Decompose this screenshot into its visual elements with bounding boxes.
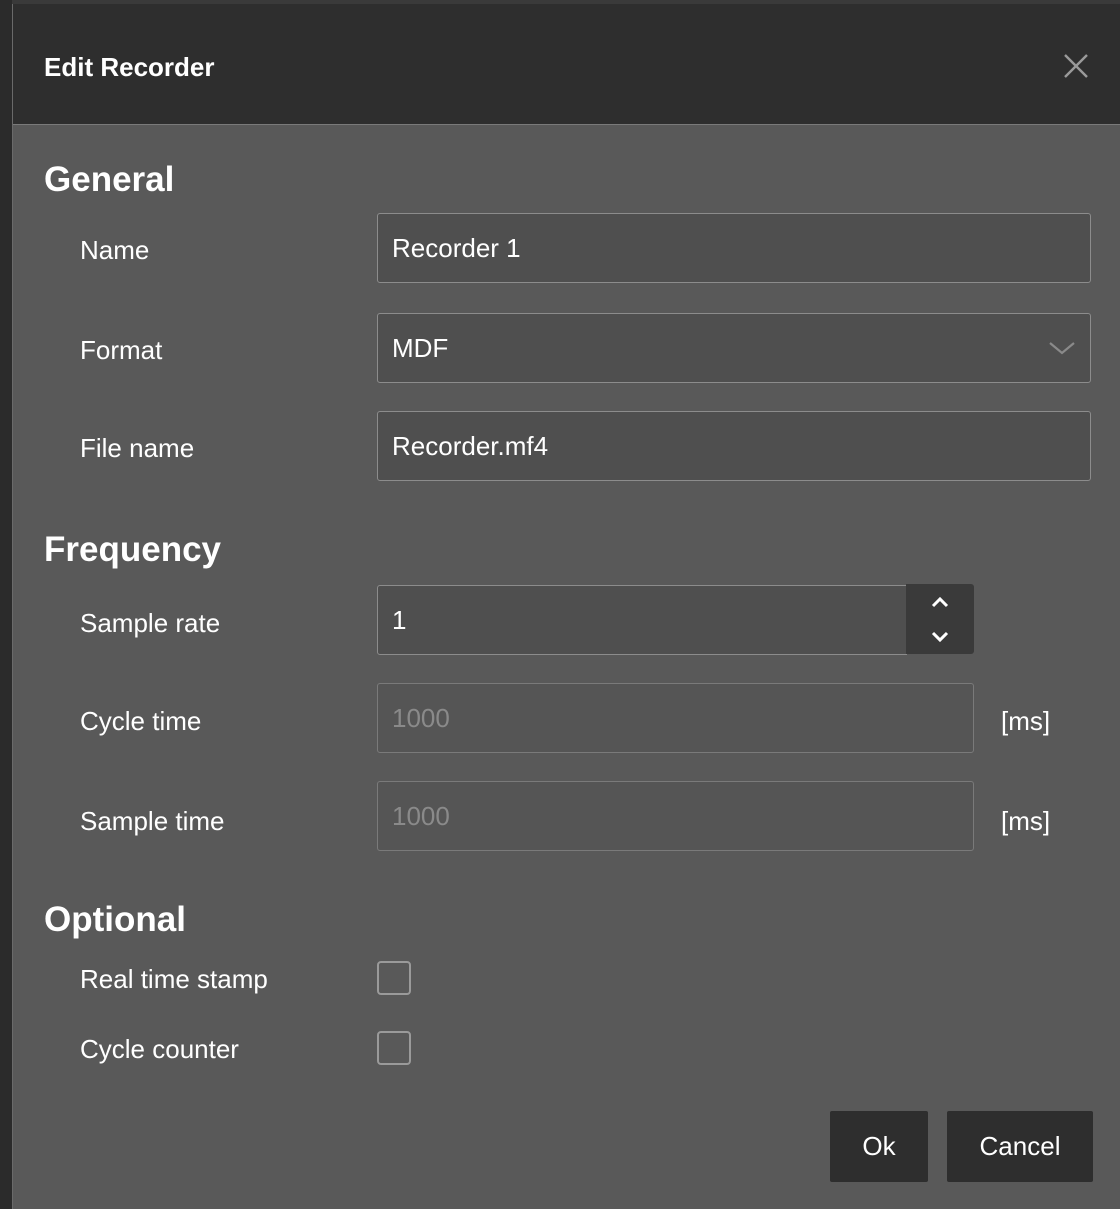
filename-input[interactable] <box>377 411 1091 481</box>
cancel-button[interactable]: Cancel <box>947 1111 1093 1182</box>
section-general-heading: General <box>44 160 175 199</box>
cycle-counter-label: Cycle counter <box>80 1034 239 1064</box>
dialog-titlebar: Edit Recorder <box>13 4 1120 125</box>
chevron-down-icon <box>1049 342 1075 355</box>
sample-time-input <box>377 781 974 851</box>
filename-label: File name <box>80 433 195 463</box>
real-time-stamp-checkbox[interactable] <box>377 961 411 995</box>
real-time-stamp-label: Real time stamp <box>80 964 268 994</box>
decrement-button[interactable] <box>906 619 974 654</box>
cycle-time-label: Cycle time <box>80 706 202 736</box>
chevron-up-icon <box>931 596 949 607</box>
close-icon <box>1064 54 1088 78</box>
format-select[interactable]: MDF <box>377 313 1091 383</box>
name-label: Name <box>80 235 150 265</box>
format-selected-value: MDF <box>392 332 449 363</box>
dialog-title: Edit Recorder <box>44 52 215 82</box>
edit-recorder-dialog: Edit Recorder General Name Format MDF Fi… <box>12 4 1120 1209</box>
sample-rate-input[interactable] <box>377 585 907 655</box>
section-optional-heading: Optional <box>44 900 186 939</box>
close-button[interactable] <box>1060 50 1092 82</box>
sample-rate-stepper <box>906 584 974 654</box>
sample-time-label: Sample time <box>80 806 225 836</box>
cycle-time-input <box>377 683 974 753</box>
name-input[interactable] <box>377 213 1091 283</box>
cycle-counter-checkbox[interactable] <box>377 1031 411 1065</box>
cycle-time-unit: [ms] <box>1001 706 1051 736</box>
increment-button[interactable] <box>906 584 974 619</box>
background-app-edge <box>0 0 12 1209</box>
sample-rate-label: Sample rate <box>80 608 221 638</box>
ok-button[interactable]: Ok <box>830 1111 928 1182</box>
section-frequency-heading: Frequency <box>44 530 221 569</box>
sample-time-unit: [ms] <box>1001 806 1051 836</box>
format-label: Format <box>80 335 163 365</box>
chevron-down-icon <box>931 631 949 642</box>
